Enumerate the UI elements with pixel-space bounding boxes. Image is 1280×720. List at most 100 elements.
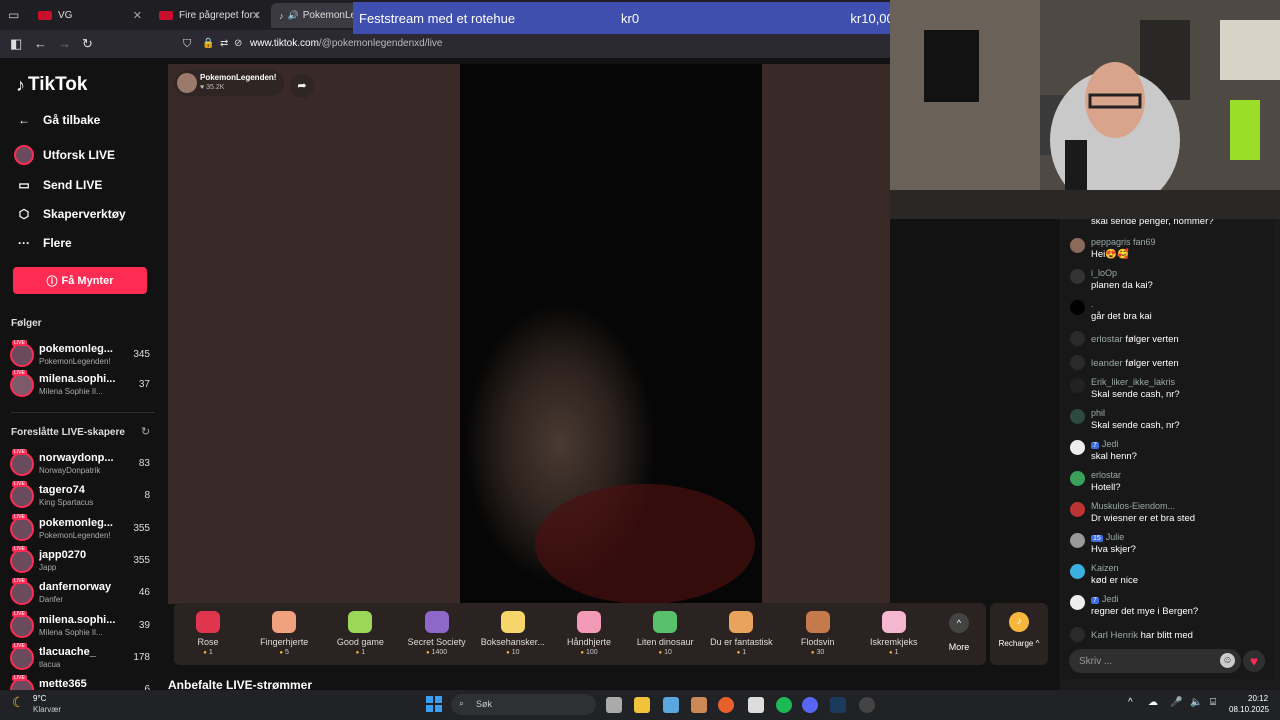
tiktok-logo[interactable]: ♪ TikTok xyxy=(16,74,87,96)
suggested-account[interactable]: LIVE japp0270 Japp 355 xyxy=(10,545,160,577)
video-image xyxy=(465,304,755,604)
following-account[interactable]: LIVE milena.sophi... Milena Sophie Il...… xyxy=(10,370,160,401)
live-chat: skal sende penger, nommer? peppagris fan6… xyxy=(1062,219,1274,679)
avatar xyxy=(1070,409,1085,424)
gift-icon xyxy=(729,611,754,633)
suggested-account[interactable]: LIVE norwaydonp... NorwayDonpatrik 83 xyxy=(10,449,160,480)
lock-icon[interactable]: 🔒 xyxy=(202,38,214,49)
emoji-icon[interactable]: ☺ xyxy=(1220,653,1235,668)
host-info[interactable]: PokemonLegenden! ♥ 35.2K xyxy=(174,70,284,96)
obs-icon[interactable] xyxy=(859,697,875,713)
video-camera-icon: ▭ xyxy=(18,178,30,192)
discord-icon[interactable] xyxy=(802,697,818,713)
clock-date[interactable]: 08.10.2025 xyxy=(1229,705,1269,714)
avatar xyxy=(1070,595,1085,610)
suggested-account[interactable]: LIVE milena.sophi... Milena Sophie Il... 39 xyxy=(10,610,160,642)
level-badge: 15 xyxy=(1091,535,1103,542)
menu-more[interactable]: ··· Flere xyxy=(14,233,72,253)
tab-overview-icon[interactable]: ▭ xyxy=(8,8,19,22)
file-explorer-icon[interactable] xyxy=(634,697,650,713)
tab-label: VG xyxy=(58,10,73,21)
recharge-button[interactable]: ♪ Recharge ^ xyxy=(990,603,1048,665)
menu-explore-live[interactable]: Utforsk LIVE xyxy=(14,145,115,165)
avatar xyxy=(1070,627,1085,642)
suggested-account[interactable]: LIVE tlacuache_ tlacua 178 xyxy=(10,642,160,674)
audio-icon[interactable]: 🔊 xyxy=(288,10,299,21)
menu-go-live[interactable]: ▭ Send LIVE xyxy=(14,175,102,195)
avatar xyxy=(1070,331,1085,346)
suggested-account[interactable]: LIVE danfernorway Danfer 46 xyxy=(10,578,160,609)
menu-creator-tools[interactable]: ⬡ Skaperverktøy xyxy=(14,204,126,224)
camera-blocked-icon[interactable]: ⊘ xyxy=(234,38,242,49)
steam-icon[interactable] xyxy=(830,697,846,713)
tiktok-note-icon: ♪ xyxy=(16,74,25,95)
share-icon[interactable]: ➦ xyxy=(290,74,314,98)
avatar xyxy=(10,613,34,638)
tray-chevron-icon[interactable]: ^ xyxy=(1128,697,1133,708)
tab-news[interactable]: Fire pågrepet for ran i ✕ xyxy=(151,3,269,28)
media-icon[interactable] xyxy=(748,697,764,713)
suggested-account[interactable]: LIVE mette365 6 xyxy=(10,675,160,690)
avatar xyxy=(10,373,34,397)
ellipsis-icon: ··· xyxy=(18,236,30,250)
shield-icon[interactable]: ⛉ xyxy=(183,38,191,51)
suggested-account[interactable]: LIVE pokemonleg... PokemonLegenden! 355 xyxy=(10,513,160,545)
suggested-account[interactable]: LIVE tagero74 King Spartacus 8 xyxy=(10,481,160,512)
live-player[interactable]: PokemonLegenden! ♥ 35.2K ➦ xyxy=(168,64,890,604)
gift-item[interactable]: Secret Society1400 xyxy=(401,607,473,656)
tab-tiktok-active[interactable]: ♪ 🔊 PokemonLeg xyxy=(271,3,361,28)
forward-arrow-icon[interactable]: → xyxy=(58,36,71,51)
task-view-icon[interactable] xyxy=(606,697,622,713)
taskbar-search[interactable]: ⌕ Søk xyxy=(451,694,596,715)
spotify-icon[interactable] xyxy=(776,697,792,713)
network-icon[interactable]: ⌸ xyxy=(1210,697,1216,708)
gift-item[interactable]: Flodsvin30 xyxy=(782,607,854,656)
back-arrow-icon[interactable]: ← xyxy=(34,36,47,51)
avatar xyxy=(10,343,34,367)
gift-item[interactable]: Boksehansker...10 xyxy=(477,607,549,656)
refresh-icon[interactable]: ↻ xyxy=(141,425,150,438)
volume-icon[interactable]: 🔈 xyxy=(1190,697,1202,708)
permissions-icon[interactable]: ⇄ xyxy=(220,38,228,49)
gift-item[interactable]: Håndhjerte100 xyxy=(553,607,625,656)
gift-item[interactable]: Fingerhjerte5 xyxy=(248,607,320,656)
like-heart-button[interactable]: ♥ xyxy=(1243,650,1265,672)
menu-go-back[interactable]: ← Gå tilbake xyxy=(14,110,100,130)
clock-time[interactable]: 20:12 xyxy=(1248,694,1268,703)
level-badge: 7 xyxy=(1091,597,1099,604)
webcam-overlay xyxy=(890,0,1280,219)
video-frame[interactable] xyxy=(460,64,762,604)
gift-item[interactable]: Good game1 xyxy=(324,607,396,656)
firefox-icon[interactable] xyxy=(718,697,734,713)
gift-more-button[interactable]: ^ More xyxy=(944,613,974,652)
gift-item[interactable]: Liten dinosaur10 xyxy=(629,607,701,656)
onedrive-icon[interactable]: ☁ xyxy=(1148,697,1158,708)
gift-icon xyxy=(348,611,373,633)
tools-icon: ⬡ xyxy=(18,207,30,221)
reload-icon[interactable]: ↻ xyxy=(82,36,93,52)
chat-input[interactable]: Skriv ... ☺ xyxy=(1069,649,1241,673)
avatar xyxy=(10,516,34,541)
tab-vg[interactable]: VG ✕ xyxy=(30,3,150,28)
gift-item[interactable]: Rose1 xyxy=(172,607,244,656)
stream-goal-banner: Feststream med et rotehue kr0 kr10,000 xyxy=(353,2,907,34)
gift-item[interactable]: Iskremkjeks1 xyxy=(858,607,930,656)
get-coins-button[interactable]: ⓘ Få Mynter xyxy=(13,267,147,294)
close-tab-icon[interactable]: ✕ xyxy=(252,9,261,22)
sidebar-toggle-icon[interactable]: ◧ xyxy=(10,36,22,52)
avatar xyxy=(1070,269,1085,284)
weather-icon[interactable]: ☾ xyxy=(12,694,25,711)
microphone-icon[interactable]: 🎤 xyxy=(1170,697,1182,708)
start-button[interactable] xyxy=(426,696,442,712)
coin-icon: ⓘ xyxy=(46,275,58,288)
host-avatar xyxy=(177,73,197,93)
following-account[interactable]: LIVE pokemonleg... PokemonLegenden! 345 xyxy=(10,340,160,371)
url-field[interactable]: www.tiktok.com/@pokemonlegendenxd/live xyxy=(250,38,442,49)
goal-title: Feststream med et rotehue xyxy=(359,11,516,26)
close-tab-icon[interactable]: ✕ xyxy=(133,9,142,22)
photos-icon[interactable] xyxy=(663,697,679,713)
gift-item[interactable]: Du er fantastisk1 xyxy=(705,607,777,656)
avatar xyxy=(1070,355,1085,370)
vg-favicon-icon xyxy=(159,11,173,20)
calculator-icon[interactable] xyxy=(691,697,707,713)
